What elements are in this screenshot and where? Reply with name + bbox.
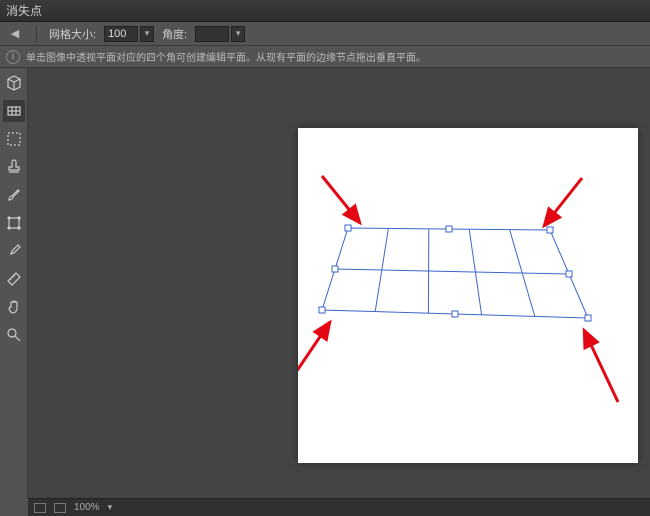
separator xyxy=(36,26,37,42)
tool-sidebar xyxy=(0,68,28,498)
brush-tool[interactable] xyxy=(3,184,25,206)
zoom-dropdown-icon[interactable]: ▾ xyxy=(108,502,113,513)
annotation-arrows xyxy=(298,176,618,402)
info-bar: i 单击图像中透视平面对应的四个角可创建编辑平面。从现有平面的边缘节点拖出垂直平… xyxy=(0,46,650,68)
perspective-plane[interactable] xyxy=(322,228,588,318)
plane-handles[interactable] xyxy=(319,225,591,321)
canvas-area[interactable] xyxy=(28,68,650,498)
edit-plane-tool[interactable] xyxy=(3,72,25,94)
back-button[interactable]: ◀ xyxy=(6,26,24,42)
eyedropper-tool[interactable] xyxy=(3,240,25,262)
status-bar: 100% ▾ xyxy=(28,498,650,516)
status-thumb-icon xyxy=(34,503,46,513)
angle-label: 角度: xyxy=(162,26,187,42)
measure-tool[interactable] xyxy=(3,268,25,290)
stamp-tool[interactable] xyxy=(3,156,25,178)
create-plane-tool[interactable] xyxy=(3,100,25,122)
grid-size-dropdown[interactable]: ▾ xyxy=(140,26,154,42)
info-icon: i xyxy=(6,50,20,64)
info-text: 单击图像中透视平面对应的四个角可创建编辑平面。从现有平面的边缘节点拖出垂直平面。 xyxy=(26,49,426,64)
zoom-tool[interactable] xyxy=(3,324,25,346)
zoom-level[interactable]: 100% xyxy=(74,502,100,513)
options-bar: ◀ 网格大小: ▾ 角度: ▾ xyxy=(0,22,650,46)
window-title: 消失点 xyxy=(6,2,42,19)
transform-tool[interactable] xyxy=(3,212,25,234)
document-canvas[interactable] xyxy=(298,128,638,463)
status-thumb-icon xyxy=(54,503,66,513)
grid-size-label: 网格大小: xyxy=(49,26,96,42)
title-bar: 消失点 xyxy=(0,0,650,22)
perspective-overlay xyxy=(298,128,638,463)
angle-input-group: ▾ xyxy=(195,26,245,42)
angle-dropdown[interactable]: ▾ xyxy=(231,26,245,42)
grid-size-input[interactable] xyxy=(104,26,138,42)
angle-input[interactable] xyxy=(195,26,229,42)
hand-tool[interactable] xyxy=(3,296,25,318)
grid-size-input-group: ▾ xyxy=(104,26,154,42)
marquee-tool[interactable] xyxy=(3,128,25,150)
